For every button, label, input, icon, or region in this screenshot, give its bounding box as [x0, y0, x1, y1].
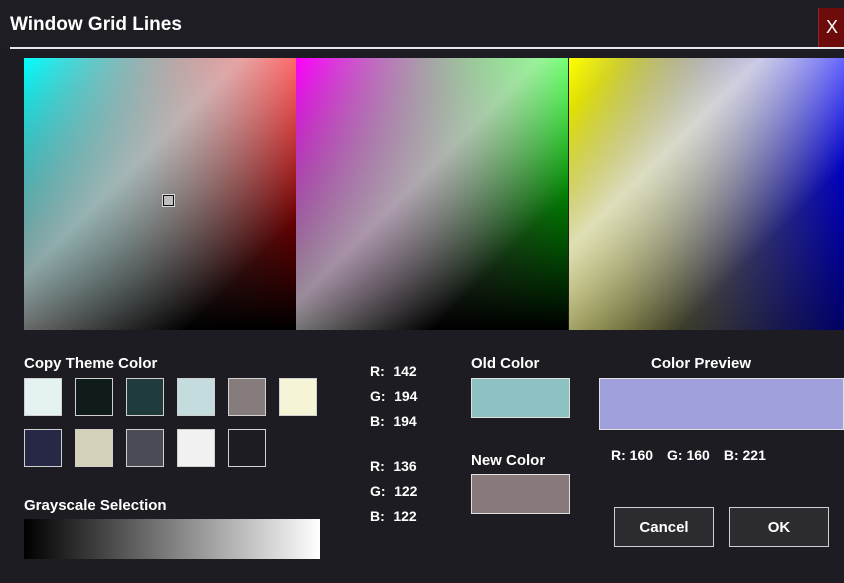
close-button[interactable]: X [818, 8, 844, 47]
new-color-r: R: 136 [370, 458, 417, 474]
color-square-yellow-blue[interactable] [569, 58, 844, 330]
copy-theme-color-label: Copy Theme Color [24, 355, 158, 372]
theme-color-swatch[interactable] [177, 429, 215, 467]
new-color-swatch [471, 474, 570, 514]
old-color-b: B: 194 [370, 413, 417, 429]
theme-color-swatch[interactable] [279, 378, 317, 416]
theme-color-swatch[interactable] [24, 378, 62, 416]
color-preview-label: Color Preview [651, 355, 752, 372]
cancel-button[interactable]: Cancel [614, 507, 714, 547]
title-bar: Window Grid Lines X [0, 0, 844, 48]
old-color-label: Old Color [471, 355, 540, 372]
new-color-label: New Color [471, 452, 546, 469]
theme-color-swatch[interactable] [24, 429, 62, 467]
theme-color-swatch[interactable] [228, 429, 266, 467]
color-square-cyan-red[interactable] [24, 58, 296, 330]
theme-color-swatch[interactable] [126, 429, 164, 467]
theme-color-swatch[interactable] [177, 378, 215, 416]
window-title: Window Grid Lines [10, 14, 182, 35]
theme-color-swatch[interactable] [126, 378, 164, 416]
new-color-b: B: 122 [370, 508, 417, 524]
color-square-magenta-green[interactable] [296, 58, 568, 330]
grayscale-selection-label: Grayscale Selection [24, 497, 167, 514]
theme-color-swatch[interactable] [75, 429, 113, 467]
theme-color-swatch[interactable] [228, 378, 266, 416]
old-color-r: R: 142 [370, 363, 417, 379]
old-color-swatch [471, 378, 570, 418]
color-picker-cursor[interactable] [163, 195, 174, 206]
ok-button[interactable]: OK [729, 507, 829, 547]
theme-color-swatch[interactable] [75, 378, 113, 416]
grayscale-bar[interactable] [24, 519, 320, 559]
color-preview-swatch [599, 378, 844, 430]
old-color-g: G: 194 [370, 388, 418, 404]
preview-rgb-values: R: 160 G: 160 B: 221 [611, 447, 766, 463]
new-color-g: G: 122 [370, 483, 418, 499]
title-divider [10, 47, 844, 49]
